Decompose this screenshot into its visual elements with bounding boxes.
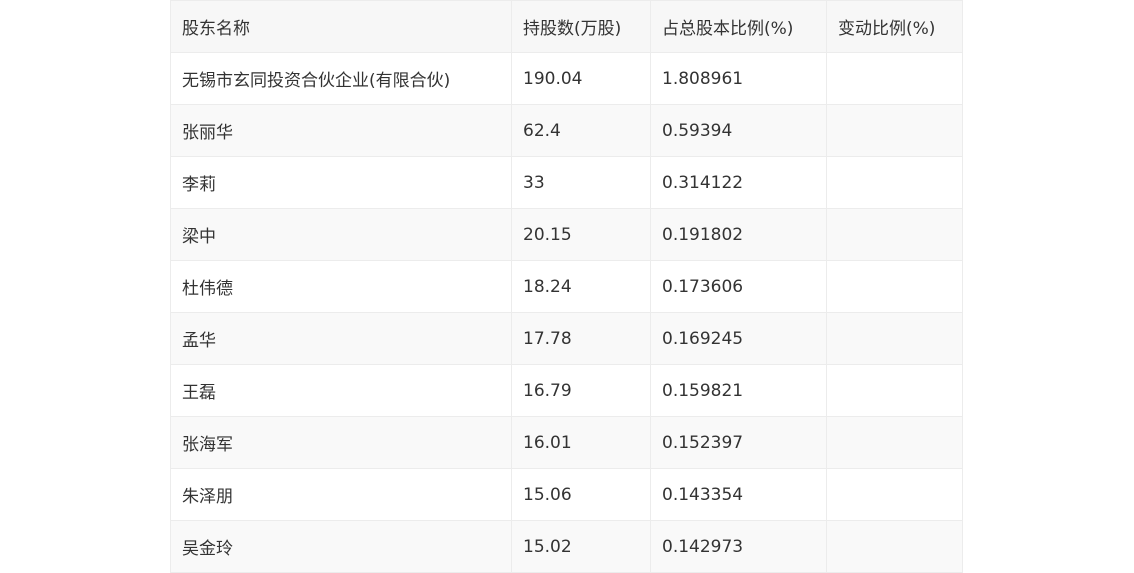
- cell-shares-held: 16.01: [511, 416, 651, 469]
- cell-share-ratio: 0.169245: [650, 312, 827, 365]
- table-body: 无锡市玄同投资合伙企业(有限合伙) 190.04 1.808961 张丽华 62…: [170, 52, 963, 573]
- cell-change-ratio: [826, 208, 963, 261]
- cell-share-ratio: 1.808961: [650, 52, 827, 105]
- cell-change-ratio: [826, 104, 963, 157]
- cell-share-ratio: 0.191802: [650, 208, 827, 261]
- table-row: 朱泽朋 15.06 0.143354: [170, 468, 963, 521]
- cell-share-ratio: 0.59394: [650, 104, 827, 157]
- header-change-ratio: 变动比例(%): [826, 0, 963, 53]
- cell-share-ratio: 0.159821: [650, 364, 827, 417]
- cell-shares-held: 18.24: [511, 260, 651, 313]
- cell-shares-held: 62.4: [511, 104, 651, 157]
- cell-share-ratio: 0.142973: [650, 520, 827, 573]
- table-row: 张丽华 62.4 0.59394: [170, 104, 963, 157]
- cell-shareholder-name: 李莉: [170, 156, 512, 209]
- cell-shareholder-name: 无锡市玄同投资合伙企业(有限合伙): [170, 52, 512, 105]
- cell-change-ratio: [826, 52, 963, 105]
- shareholder-table-container: 股东名称 持股数(万股) 占总股本比例(%) 变动比例(%) 无锡市玄同投资合伙…: [170, 0, 963, 573]
- header-share-ratio: 占总股本比例(%): [650, 0, 827, 53]
- cell-share-ratio: 0.173606: [650, 260, 827, 313]
- cell-shareholder-name: 张海军: [170, 416, 512, 469]
- cell-shares-held: 17.78: [511, 312, 651, 365]
- table-row: 无锡市玄同投资合伙企业(有限合伙) 190.04 1.808961: [170, 52, 963, 105]
- cell-shareholder-name: 孟华: [170, 312, 512, 365]
- cell-change-ratio: [826, 520, 963, 573]
- cell-share-ratio: 0.143354: [650, 468, 827, 521]
- header-shares-held: 持股数(万股): [511, 0, 651, 53]
- cell-shareholder-name: 梁中: [170, 208, 512, 261]
- cell-shareholder-name: 朱泽朋: [170, 468, 512, 521]
- cell-share-ratio: 0.152397: [650, 416, 827, 469]
- cell-shares-held: 15.02: [511, 520, 651, 573]
- cell-shareholder-name: 王磊: [170, 364, 512, 417]
- table-row: 孟华 17.78 0.169245: [170, 312, 963, 365]
- cell-change-ratio: [826, 312, 963, 365]
- table-row: 张海军 16.01 0.152397: [170, 416, 963, 469]
- cell-change-ratio: [826, 156, 963, 209]
- table-header: 股东名称 持股数(万股) 占总股本比例(%) 变动比例(%): [170, 0, 963, 53]
- cell-change-ratio: [826, 364, 963, 417]
- table-row: 梁中 20.15 0.191802: [170, 208, 963, 261]
- header-row: 股东名称 持股数(万股) 占总股本比例(%) 变动比例(%): [170, 0, 963, 53]
- table-row: 李莉 33 0.314122: [170, 156, 963, 209]
- cell-shares-held: 190.04: [511, 52, 651, 105]
- cell-shareholder-name: 吴金玲: [170, 520, 512, 573]
- table-row: 杜伟德 18.24 0.173606: [170, 260, 963, 313]
- table-row: 王磊 16.79 0.159821: [170, 364, 963, 417]
- cell-shares-held: 15.06: [511, 468, 651, 521]
- cell-change-ratio: [826, 416, 963, 469]
- cell-shareholder-name: 杜伟德: [170, 260, 512, 313]
- cell-shares-held: 33: [511, 156, 651, 209]
- cell-share-ratio: 0.314122: [650, 156, 827, 209]
- cell-change-ratio: [826, 468, 963, 521]
- cell-change-ratio: [826, 260, 963, 313]
- header-shareholder-name: 股东名称: [170, 0, 512, 53]
- cell-shares-held: 16.79: [511, 364, 651, 417]
- cell-shares-held: 20.15: [511, 208, 651, 261]
- table-row: 吴金玲 15.02 0.142973: [170, 520, 963, 573]
- cell-shareholder-name: 张丽华: [170, 104, 512, 157]
- shareholder-table: 股东名称 持股数(万股) 占总股本比例(%) 变动比例(%) 无锡市玄同投资合伙…: [170, 0, 963, 573]
